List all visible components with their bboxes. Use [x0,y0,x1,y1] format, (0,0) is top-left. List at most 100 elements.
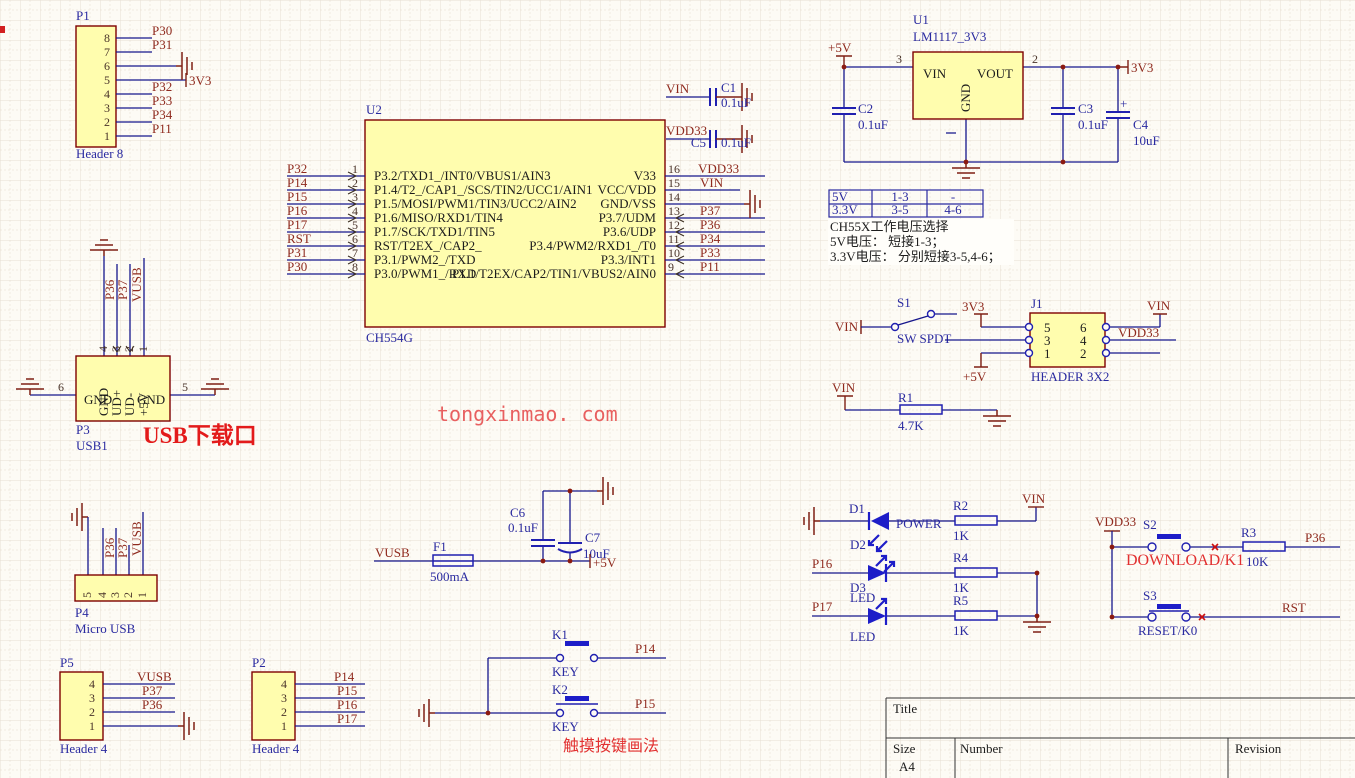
k1-refdes[interactable]: K1 [552,627,568,642]
j1-pin[interactable] [1024,335,1034,345]
net-label[interactable]: P16 [287,203,308,218]
c3-value[interactable]: 0.1uF [1078,117,1108,132]
r1-refdes[interactable]: R1 [898,390,913,405]
j1-refdes[interactable]: J1 [1031,296,1043,311]
button-icon[interactable] [565,641,589,646]
net-label[interactable]: P30 [152,23,172,38]
net-label[interactable]: P17 [812,599,833,614]
p4-value[interactable]: Micro USB [75,621,136,636]
p5-refdes[interactable]: P5 [60,655,74,670]
j1-pin[interactable] [1101,335,1111,345]
r4-refdes[interactable]: R4 [953,550,969,565]
net-label[interactable]: RST [287,231,311,246]
r2-value[interactable]: 1K [953,528,970,543]
net-label[interactable]: P34 [700,231,721,246]
net-label[interactable]: VIN [700,175,724,190]
p5-value[interactable]: Header 4 [60,741,108,756]
net-label[interactable]: VDD33 [1118,325,1159,340]
button-terminal[interactable] [1147,542,1157,552]
k1-value[interactable]: KEY [552,664,579,679]
switch-terminal[interactable] [926,309,936,319]
net-label[interactable]: P32 [152,79,172,94]
r1-value[interactable]: 4.7K [898,418,924,433]
c6-value[interactable]: 0.1uF [508,520,538,535]
button-terminal[interactable] [1181,612,1191,622]
s3-value[interactable]: RESET/K0 [1138,623,1197,638]
net-label[interactable]: P30 [287,259,307,274]
p2-body[interactable] [251,671,296,741]
d2-refdes[interactable]: D2 [850,537,866,552]
power-port-label[interactable]: 3V3 [962,299,984,314]
net-label[interactable]: P17 [287,217,308,232]
c1-refdes[interactable]: C1 [721,80,736,95]
p1-value[interactable]: Header 8 [76,146,123,161]
button-terminal[interactable] [589,708,599,718]
net-label[interactable]: P11 [700,259,720,274]
button-terminal[interactable] [589,653,599,663]
net-label[interactable]: VUSB [129,521,144,556]
c5-value[interactable]: 0.1uF [721,135,751,150]
s1-value[interactable]: SW SPDT [897,331,951,346]
power-port-label[interactable]: 3V3 [189,73,211,88]
r5-value[interactable]: 1K [953,623,970,638]
net-label[interactable]: P17 [337,711,358,726]
power-port-label[interactable]: 3V3 [1131,60,1153,75]
net-label[interactable]: VUSB [137,669,172,684]
net-label[interactable]: P16 [812,556,833,571]
button-terminal[interactable] [555,708,565,718]
u2-refdes[interactable]: U2 [366,102,382,117]
c5-refdes[interactable]: C5 [691,135,706,150]
button-terminal[interactable] [1181,542,1191,552]
switch-terminal[interactable] [890,322,900,332]
net-label[interactable]: P32 [287,161,307,176]
p4-refdes[interactable]: P4 [75,605,89,620]
power-port-label[interactable]: VIN [1147,298,1171,313]
p5-body[interactable] [59,671,104,741]
net-label[interactable]: P37 [115,279,130,300]
c1-value[interactable]: 0.1uF [721,95,751,110]
button-icon[interactable] [1157,534,1181,539]
r5-refdes[interactable]: R5 [953,593,968,608]
r2-refdes[interactable]: R2 [953,498,968,513]
button-icon[interactable] [1157,604,1181,609]
p2-value[interactable]: Header 4 [252,741,300,756]
net-label[interactable]: P15 [337,683,357,698]
j1-body[interactable] [1029,312,1106,368]
c6-refdes[interactable]: C6 [510,505,526,520]
power-port-label[interactable]: VDD33 [1095,514,1136,529]
p3-value[interactable]: USB1 [76,438,108,453]
net-label[interactable]: P37 [142,683,163,698]
f1-value[interactable]: 500mA [430,569,470,584]
j1-pin[interactable] [1024,348,1034,358]
power-port-label[interactable]: +5V [828,40,852,55]
c4-refdes[interactable]: C4 [1133,117,1149,132]
c2-refdes[interactable]: C2 [858,101,873,116]
net-label[interactable]: P15 [287,189,307,204]
d3-refdes[interactable]: D3 [850,580,866,595]
d1-refdes[interactable]: D1 [849,501,865,516]
s3-refdes[interactable]: S3 [1143,588,1157,603]
p3-refdes[interactable]: P3 [76,422,90,437]
s1-refdes[interactable]: S1 [897,295,911,310]
s2-value[interactable]: DOWNLOAD/K1 [1126,552,1244,569]
j1-pin[interactable] [1101,322,1111,332]
u1-value[interactable]: LM1117_3V3 [913,29,986,44]
u1-refdes[interactable]: U1 [913,12,929,27]
net-label[interactable]: P36 [1305,530,1326,545]
power-port-label[interactable]: VIN [835,319,859,334]
button-terminal[interactable] [555,653,565,663]
net-label[interactable]: P14 [334,669,355,684]
p1-refdes[interactable]: P1 [76,8,90,23]
net-label[interactable]: P31 [287,245,307,260]
net-label[interactable]: VIN [666,81,690,96]
j1-pin[interactable] [1024,322,1034,332]
power-port-label[interactable]: +5V [593,555,617,570]
u2-value[interactable]: CH554G [366,330,413,345]
net-label[interactable]: P33 [152,93,172,108]
button-terminal[interactable] [1147,612,1157,622]
p1-body[interactable] [75,25,117,148]
net-label[interactable]: P36 [700,217,721,232]
net-label[interactable]: RST [1282,600,1306,615]
net-label[interactable]: P16 [337,697,358,712]
net-label[interactable]: P37 [700,203,721,218]
